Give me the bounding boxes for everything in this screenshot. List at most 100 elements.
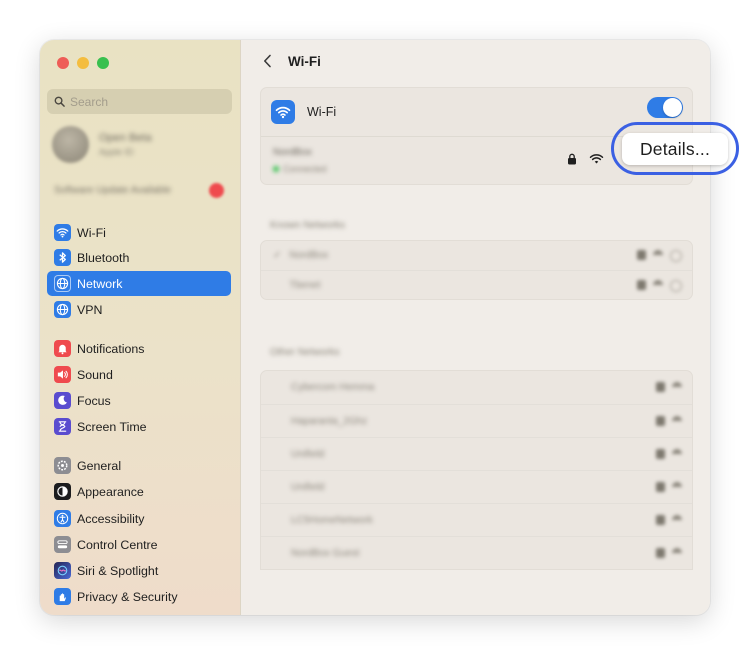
current-network-info: NordBox Connected [273,147,327,174]
avatar [52,126,89,163]
other-networks-list: Cybercom Hemma Haparanta_2Ghz Unifield U… [260,370,693,570]
account-text: Open Beta Apple ID [99,132,152,157]
wifi-signal-icon [672,416,682,424]
siri-icon [54,562,71,579]
settings-window: Search Open Beta Apple ID Software Updat… [40,40,710,615]
network-row-icons [656,416,682,426]
list-item[interactable]: Haparanta_2Ghz [261,404,692,437]
sidebar-item-label: Accessibility [77,511,145,526]
list-item[interactable]: Unifield [261,437,692,470]
sidebar-item-label: Appearance [77,484,144,499]
sidebar-item-label: Wi-Fi [77,225,106,240]
sidebar-item-sound[interactable]: Sound [47,362,231,387]
lock-icon [656,416,665,426]
traffic-lights [57,57,109,69]
sidebar-item-privacy-security[interactable]: Privacy & Security [47,584,231,609]
bell-icon [54,340,71,357]
sidebar-item-network[interactable]: Network [47,271,231,296]
speaker-icon [54,366,71,383]
sidebar-item-label: Siri & Spotlight [77,563,159,578]
network-row-icons [656,449,682,459]
connected-dot [273,166,279,172]
sidebar-item-label: Network [77,276,123,291]
network-row-icons [656,548,682,558]
search-placeholder: Search [70,94,109,109]
hourglass-icon [54,418,71,435]
control-centre-icon [54,536,71,553]
known-networks-header: Known Networks [270,220,346,231]
wifi-signal-icon [672,548,682,556]
checkmark-icon: ✓ [273,250,282,261]
list-item[interactable]: ✓ NordBox [261,241,692,270]
sidebar: Search Open Beta Apple ID Software Updat… [40,40,241,615]
software-update-notice[interactable]: Software Update Available [54,183,226,198]
wifi-signal-icon [653,280,663,288]
network-row-icons [656,382,682,392]
minimize-button[interactable] [77,57,89,69]
globe-icon [54,275,71,292]
sidebar-item-label: Control Centre [77,537,158,552]
network-name: NordBox Guest [291,547,360,559]
sidebar-item-label: Sound [77,367,113,382]
wifi-signal-icon [672,482,682,490]
search-input[interactable]: Search [47,89,232,114]
sidebar-item-control-centre[interactable]: Control Centre [47,532,231,557]
scroll-fade [241,585,710,615]
wifi-icon [271,100,295,124]
sidebar-item-label: Screen Time [77,419,147,434]
wifi-signal-icon [672,515,682,523]
account-subtitle: Apple ID [99,147,134,157]
list-item[interactable]: ✓ Tbenet [261,270,692,299]
lock-icon [656,515,665,525]
sidebar-item-accessibility[interactable]: Accessibility [47,506,231,531]
network-name: NordBox [289,250,329,261]
network-name: Cybercom Hemma [291,382,375,393]
lock-icon [656,382,665,392]
sidebar-item-bluetooth[interactable]: Bluetooth [47,245,231,270]
sidebar-item-siri-spotlight[interactable]: Siri & Spotlight [47,558,231,583]
network-name: Unifield [291,481,325,493]
accessibility-icon [54,510,71,527]
wifi-toggle[interactable] [647,97,683,118]
details-button[interactable]: Details... [622,133,728,165]
sidebar-item-screen-time[interactable]: Screen Time [47,414,231,439]
gear-icon [54,457,71,474]
lock-icon [637,250,646,260]
network-row-icons [637,280,682,292]
wifi-card-label: Wi-Fi [307,105,337,119]
network-name: Haparanta_2Ghz [291,415,368,427]
sidebar-item-focus[interactable]: Focus [47,388,231,413]
account-row[interactable]: Open Beta Apple ID [52,126,152,163]
sidebar-item-vpn[interactable]: VPN [47,297,231,322]
bluetooth-icon [54,249,71,266]
zoom-button[interactable] [97,57,109,69]
appearance-icon [54,483,71,500]
sidebar-item-label: Privacy & Security [77,589,178,604]
sidebar-item-label: General [77,458,122,473]
toggle-knob [663,98,682,117]
list-item[interactable]: NordBox Guest [261,536,692,569]
sidebar-item-appearance[interactable]: Appearance [47,479,231,504]
wifi-signal-icon [653,250,663,258]
wifi-icon [54,224,71,241]
lock-icon [656,482,665,492]
sidebar-item-notifications[interactable]: Notifications [47,336,231,361]
lock-icon [637,280,646,290]
chevron-left-icon[interactable] [261,53,275,69]
wifi-signal-icon [672,449,682,457]
search-icon [54,96,65,107]
wifi-signal-icon [672,382,682,390]
sidebar-item-wifi[interactable]: Wi-Fi [47,220,231,245]
info-icon[interactable] [670,250,682,262]
sidebar-item-general[interactable]: General [47,453,231,478]
list-item[interactable]: LC5HomeNetwork [261,503,692,536]
sidebar-item-label: Notifications [77,341,145,356]
info-icon[interactable] [670,280,682,292]
page-title: Wi-Fi [288,54,321,69]
list-item[interactable]: Unifield [261,470,692,503]
update-notice-text: Software Update Available [54,185,172,196]
close-button[interactable] [57,57,69,69]
list-item[interactable]: Cybercom Hemma [261,371,692,404]
network-name: Unifield [291,448,325,460]
vpn-globe-icon [54,301,71,318]
